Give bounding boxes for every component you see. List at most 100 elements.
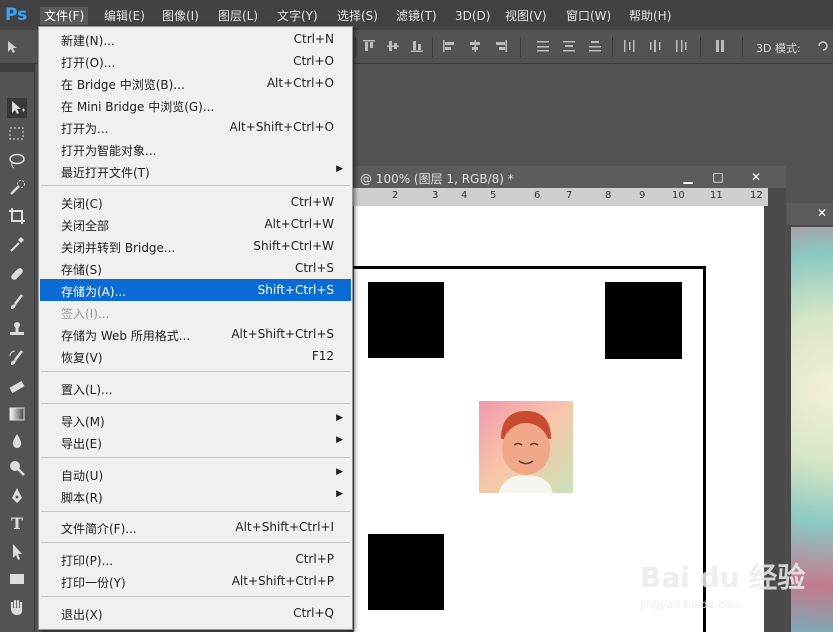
menu-help[interactable]: 帮助(H) (625, 7, 675, 25)
photoshop-logo: Ps (5, 5, 28, 25)
avatar-image (479, 401, 573, 493)
history-brush-tool-icon[interactable] (7, 348, 27, 368)
menu-item-close-all[interactable]: 关闭全部 Alt+Ctrl+W (40, 213, 351, 235)
hand-tool-icon[interactable] (7, 598, 27, 618)
brush-tool-icon[interactable] (7, 292, 27, 312)
marquee-tool-icon[interactable] (7, 124, 27, 144)
ruler-tick: 7 (566, 190, 573, 201)
distribute-vcenter-icon[interactable] (562, 39, 576, 53)
menu-item-import[interactable]: 导入(M) ▶ (40, 409, 351, 431)
close-icon[interactable]: ✕ (817, 206, 827, 220)
watermark-url: jingyan.baidu.com (640, 598, 742, 611)
distribute-top-icon[interactable] (536, 39, 550, 53)
3d-rotate-icon[interactable] (816, 39, 830, 53)
type-tool-icon[interactable]: T (7, 514, 27, 534)
move-tool-icon[interactable] (6, 40, 20, 54)
menu-3d[interactable]: 3D(D) (451, 7, 494, 25)
quick-select-tool-icon[interactable] (7, 178, 27, 198)
menu-separator (41, 542, 350, 543)
menu-item-recent-files[interactable]: 最近打开文件(T) ▶ (40, 160, 351, 182)
ruler-tick: 12 (750, 190, 763, 201)
eraser-tool-icon[interactable] (7, 376, 27, 396)
menu-item-open[interactable]: 打开(O)... Ctrl+O (40, 50, 351, 72)
menu-item-open-as[interactable]: 打开为... Alt+Shift+Ctrl+O (40, 116, 351, 138)
align-hcenter-icon[interactable] (468, 39, 482, 53)
pen-tool-icon[interactable] (7, 486, 27, 506)
menu-edit[interactable]: 编辑(E) (100, 7, 149, 25)
menu-item-open-as-smart-object[interactable]: 打开为智能对象... (40, 138, 351, 160)
menu-image[interactable]: 图像(I) (158, 7, 203, 25)
menu-type[interactable]: 文字(Y) (273, 7, 322, 25)
align-bottom-icon[interactable] (410, 39, 424, 53)
menu-item-save-for-web[interactable]: 存储为 Web 所用格式... Alt+Shift+Ctrl+S (40, 323, 351, 345)
clone-stamp-tool-icon[interactable] (7, 320, 27, 340)
align-right-icon[interactable] (494, 39, 508, 53)
path-selection-tool-icon[interactable] (7, 542, 27, 562)
menu-separator (41, 371, 350, 372)
ruler-tick: 3 (432, 190, 439, 201)
toolbox-grip[interactable] (0, 64, 34, 72)
rectangle-tool-icon[interactable] (7, 569, 27, 589)
menu-select[interactable]: 选择(S) (333, 7, 382, 25)
menu-separator (41, 403, 350, 404)
blur-tool-icon[interactable] (7, 431, 27, 451)
menu-separator (41, 596, 350, 597)
menu-item-browse-bridge[interactable]: 在 Bridge 中浏览(B)... Alt+Ctrl+O (40, 72, 351, 94)
ruler-tick: 8 (605, 190, 612, 201)
menu-item-place[interactable]: 置入(L)... (40, 377, 351, 399)
menu-filter[interactable]: 滤镜(T) (392, 7, 441, 25)
horizontal-ruler[interactable]: 2 3 4 5 6 7 8 9 10 11 12 (348, 188, 768, 206)
menu-layer[interactable]: 图层(L) (214, 7, 262, 25)
menu-item-scripts[interactable]: 脚本(R) ▶ (40, 485, 351, 507)
move-tool-icon[interactable] (7, 98, 27, 118)
qr-finder-square-top-left (368, 282, 444, 358)
submenu-arrow-icon: ▶ (336, 489, 343, 499)
align-left-icon[interactable] (442, 39, 456, 53)
watermark-brand: Bai du 经验 (640, 561, 806, 594)
menu-item-exit[interactable]: 退出(X) Ctrl+Q (40, 602, 351, 624)
ruler-tick: 10 (672, 190, 685, 201)
submenu-arrow-icon: ▶ (336, 435, 343, 445)
menu-file[interactable]: 文件(F) (40, 7, 89, 25)
distribute-left-icon[interactable] (622, 39, 636, 53)
distribute-hcenter-icon[interactable] (648, 39, 662, 53)
menu-window[interactable]: 窗口(W) (562, 7, 615, 25)
close-button[interactable]: ✕ (738, 168, 774, 186)
ruler-tick: 11 (710, 190, 723, 201)
menu-item-new[interactable]: 新建(N)... Ctrl+N (40, 28, 351, 50)
document-titlebar[interactable]: @ 100% (图层 1, RGB/8) * ▁ □ ✕ (348, 166, 786, 188)
distribute-bottom-icon[interactable] (588, 39, 602, 53)
menu-view[interactable]: 视图(V) (501, 7, 551, 25)
menu-item-save-as[interactable]: 存储为(A)... Shift+Ctrl+S (40, 279, 351, 301)
menu-item-check-in: 签入(I)... (61, 307, 110, 321)
menu-item-close[interactable]: 关闭(C) Ctrl+W (40, 191, 351, 213)
gradient-tool-icon[interactable] (7, 404, 27, 424)
minimize-button[interactable]: ▁ (674, 168, 702, 186)
menu-item-automate[interactable]: 自动(U) ▶ (40, 463, 351, 485)
menu-item-save[interactable]: 存储(S) Ctrl+S (40, 257, 351, 279)
align-top-icon[interactable] (362, 39, 376, 53)
menu-item-revert[interactable]: 恢复(V) F12 (40, 345, 351, 367)
eyedropper-tool-icon[interactable] (7, 234, 27, 254)
menu-item-print[interactable]: 打印(P)... Ctrl+P (40, 548, 351, 570)
align-vcenter-icon[interactable] (386, 39, 400, 53)
document-title: @ 100% (图层 1, RGB/8) * (360, 172, 514, 186)
menu-item-export[interactable]: 导出(E) ▶ (40, 431, 351, 453)
healing-brush-tool-icon[interactable] (7, 264, 27, 284)
ruler-tick: 4 (461, 190, 468, 201)
menu-item-file-info[interactable]: 文件简介(F)... Alt+Shift+Ctrl+I (40, 516, 351, 538)
menu-item-print-one-copy[interactable]: 打印一份(Y) Alt+Shift+Ctrl+P (40, 570, 351, 592)
menu-item-close-go-bridge[interactable]: 关闭并转到 Bridge... Shift+Ctrl+W (40, 235, 351, 257)
menu-separator (41, 511, 350, 512)
background-document-titlebar[interactable]: ✕ (787, 203, 833, 225)
auto-align-icon[interactable] (714, 39, 728, 53)
ruler-tick: 5 (490, 190, 497, 201)
dodge-tool-icon[interactable] (7, 458, 27, 478)
distribute-right-icon[interactable] (674, 39, 688, 53)
maximize-button[interactable]: □ (704, 168, 732, 186)
submenu-arrow-icon: ▶ (336, 164, 343, 174)
crop-tool-icon[interactable] (7, 206, 27, 226)
menu-item-browse-mini-bridge[interactable]: 在 Mini Bridge 中浏览(G)... (40, 94, 351, 116)
lasso-tool-icon[interactable] (7, 151, 27, 171)
file-menu-dropdown: 新建(N)... Ctrl+N 打开(O)... Ctrl+O 在 Bridge 中… (38, 26, 353, 630)
